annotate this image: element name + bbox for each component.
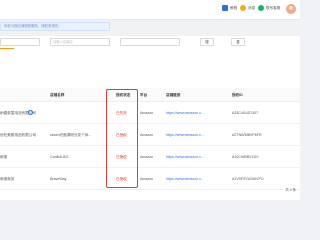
- top-header: 教程 消息 联系客服: [0, 0, 300, 20]
- filter-select-1[interactable]: [0, 38, 40, 46]
- search-button-label: 搜: [205, 40, 209, 44]
- avatar[interactable]: [286, 4, 296, 14]
- table-header: 店铺名称 授权状态 平台 店铺链接 授权ID: [0, 88, 300, 102]
- store-name-input[interactable]: 请输入店铺名: [50, 38, 110, 46]
- reset-button[interactable]: 重: [231, 38, 245, 46]
- col-platform: 平台: [140, 93, 148, 97]
- company-cell: 雨惠: [0, 155, 8, 159]
- amazon-logo-smile: [0, 48, 14, 49]
- platform-cell: Amazon: [140, 177, 154, 181]
- bell-icon: [240, 5, 246, 11]
- col-auth-id: 授权ID: [232, 93, 243, 97]
- tutorial-label: 教程: [230, 5, 238, 10]
- messages-link[interactable]: 消息: [240, 5, 255, 11]
- pagination-total: 共 4 条: [285, 188, 296, 192]
- store-name-cell: BraveWay: [50, 177, 67, 181]
- company-cell: 优旺美颜用品有限公司: [0, 133, 36, 137]
- store-name-cell: sirsen光面调研分变个体...: [50, 133, 92, 137]
- filter-select-2[interactable]: [120, 38, 180, 46]
- platform-cell: Amazon: [140, 111, 154, 115]
- store-link[interactable]: https://www.amazon.c...: [166, 133, 224, 137]
- messages-label: 消息: [248, 5, 256, 10]
- support-label: 联系客服: [266, 5, 281, 10]
- table-row[interactable]: 雨惠商务 BraveWay 已授权 Amazon https://www.ama…: [0, 169, 300, 190]
- edit-icon[interactable]: [28, 110, 33, 115]
- status-highlight-box: [106, 89, 138, 188]
- tutorial-link[interactable]: 教程: [222, 5, 237, 11]
- col-store-name: 店铺名称: [50, 93, 65, 97]
- table-row[interactable]: 优旺美颜用品有限公司 sirsen光面调研分变个体... 已授权 Amazon …: [0, 125, 300, 146]
- reset-button-label: 重: [236, 40, 240, 44]
- company-cell: 雨惠商务: [0, 177, 15, 181]
- store-name-placeholder: 请输入店铺名: [53, 40, 73, 44]
- store-link[interactable]: https://www.amazon.c...: [166, 111, 224, 115]
- table-row[interactable]: 雨惠 Coolfull-BO 已授权 Amazon https://www.am…: [0, 147, 300, 168]
- store-name-cell: Coolfull-BO: [50, 155, 69, 159]
- headset-icon: [258, 5, 264, 11]
- store-link[interactable]: https://www.amazon.c...: [166, 155, 224, 159]
- auth-id-cell: A2TNWMBVP6FR: [232, 133, 262, 137]
- store-link[interactable]: https://www.amazon.c...: [166, 177, 224, 181]
- notice-text: 向亚马逊店铺授权服务，授权前请先...: [4, 24, 62, 28]
- auth-id-cell: A33C40UD7407: [232, 111, 259, 115]
- auth-id-cell: A1V9FSVUSWVFO: [232, 177, 264, 181]
- company-cell: 雨春惠童用品有限公司: [0, 111, 36, 115]
- platform-cell: Amazon: [140, 133, 154, 137]
- platform-cell: Amazon: [140, 155, 154, 159]
- notice-banner: 向亚马逊店铺授权服务，授权前请先...: [0, 22, 110, 31]
- auth-id-cell: A10CWBBV1DV: [232, 155, 259, 159]
- search-button[interactable]: 搜: [200, 38, 214, 46]
- book-icon: [222, 5, 228, 11]
- support-link[interactable]: 联系客服: [258, 5, 280, 11]
- table-row[interactable]: 雨春惠童用品有限公司 已失效 Amazon https://www.amazon…: [0, 103, 300, 124]
- col-store-link: 店铺链接: [166, 93, 181, 97]
